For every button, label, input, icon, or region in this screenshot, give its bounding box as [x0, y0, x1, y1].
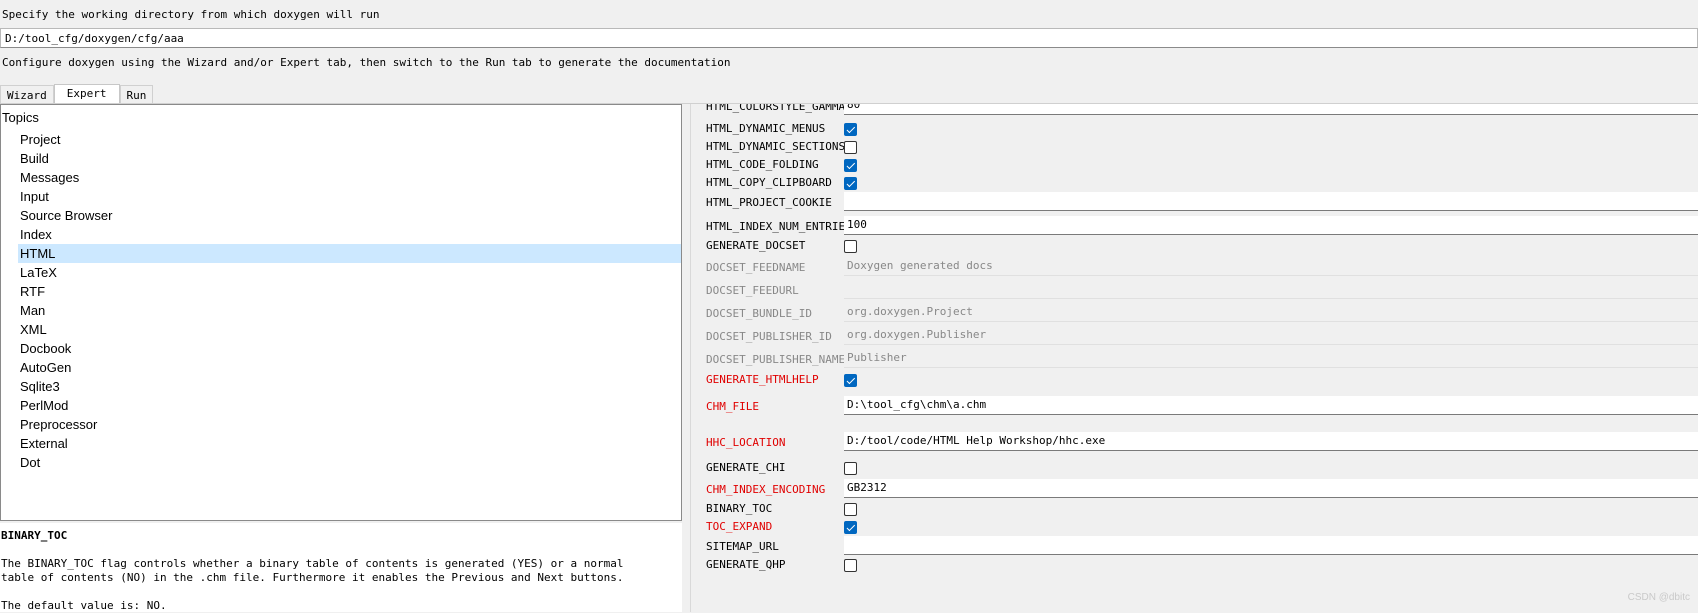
- option-label: HTML_DYNAMIC_SECTIONS: [706, 140, 846, 153]
- html-dynamic-menus-checkbox[interactable]: [844, 123, 857, 136]
- tab-run[interactable]: Run: [119, 85, 154, 104]
- docset-bundle-id-input: org.doxygen.Project: [844, 303, 1698, 322]
- html-colorstyle-gamma-input[interactable]: 80: [844, 104, 1698, 115]
- option-label: TOC_EXPAND: [706, 520, 773, 533]
- working-dir-input[interactable]: D:/tool_cfg/doxygen/cfg/aaa: [0, 28, 1698, 48]
- option-label: DOCSET_PUBLISHER_ID: [706, 330, 832, 343]
- option-label: GENERATE_CHI: [706, 461, 786, 474]
- option-label: GENERATE_QHP: [706, 558, 786, 571]
- topic-man[interactable]: Man: [1, 301, 681, 320]
- option-label: SITEMAP_URL: [706, 540, 779, 553]
- option-label: HTML_PROJECT_COOKIE: [706, 196, 832, 209]
- html-project-cookie-input[interactable]: [844, 192, 1698, 211]
- option-label: HTML_CODE_FOLDING: [706, 158, 819, 171]
- help-panel: BINARY_TOC The BINARY_TOC flag controls …: [0, 523, 682, 612]
- hhc-location-input[interactable]: D:/tool/code/HTML Help Workshop/hhc.exe: [844, 432, 1698, 451]
- tab-expert[interactable]: Expert: [53, 84, 120, 104]
- topic-source-browser[interactable]: Source Browser: [1, 206, 681, 225]
- html-dynamic-sections-checkbox[interactable]: [844, 141, 857, 154]
- binary-toc-checkbox[interactable]: [844, 503, 857, 516]
- help-default-value: The default value is: NO.: [1, 599, 167, 612]
- topic-messages[interactable]: Messages: [1, 168, 681, 187]
- option-label: CHM_INDEX_ENCODING: [706, 483, 826, 496]
- topic-xml[interactable]: XML: [1, 320, 681, 339]
- topic-perlmod[interactable]: PerlMod: [1, 396, 681, 415]
- topic-project[interactable]: Project: [1, 130, 681, 149]
- tab-bar: Wizard Expert Run: [0, 84, 154, 104]
- chm-file-input[interactable]: D:\tool_cfg\chm\a.chm: [844, 396, 1698, 415]
- option-label: DOCSET_FEEDNAME: [706, 261, 806, 274]
- topic-rtf[interactable]: RTF: [1, 282, 681, 301]
- option-label: HTML_COPY_CLIPBOARD: [706, 176, 832, 189]
- sitemap-url-input[interactable]: [844, 536, 1698, 555]
- html-copy-clipboard-checkbox[interactable]: [844, 177, 857, 190]
- topics-list: Project Build Messages Input Source Browser I…: [1, 130, 681, 472]
- docset-feedname-input: Doxygen generated docs: [844, 257, 1698, 276]
- working-dir-label: Specify the working directory from which…: [2, 8, 380, 21]
- option-label: DOCSET_FEEDURL: [706, 284, 799, 297]
- option-label: GENERATE_DOCSET: [706, 239, 806, 252]
- watermark: CSDN @dbitc: [1627, 592, 1690, 603]
- topics-title: Topics: [2, 110, 39, 125]
- docset-feedurl-input: [844, 280, 1698, 299]
- option-label: HTML_DYNAMIC_MENUS: [706, 122, 826, 135]
- option-label: DOCSET_BUNDLE_ID: [706, 307, 812, 320]
- generate-docset-checkbox[interactable]: [844, 240, 857, 253]
- html-index-num-entries-input[interactable]: 100: [844, 216, 1698, 235]
- toc-expand-checkbox[interactable]: [844, 521, 857, 534]
- topic-preprocessor[interactable]: Preprocessor: [1, 415, 681, 434]
- help-body: The BINARY_TOC flag controls whether a b…: [1, 557, 624, 584]
- option-label: HTML_INDEX_NUM_ENTRIES: [706, 220, 852, 233]
- topic-latex[interactable]: LaTeX: [1, 263, 681, 282]
- topic-build[interactable]: Build: [1, 149, 681, 168]
- docset-publisher-id-input: org.doxygen.Publisher: [844, 326, 1698, 345]
- generate-qhp-checkbox[interactable]: [844, 559, 857, 572]
- generate-chi-checkbox[interactable]: [844, 462, 857, 475]
- html-code-folding-checkbox[interactable]: [844, 159, 857, 172]
- option-label: BINARY_TOC: [706, 502, 773, 515]
- help-title: BINARY_TOC: [1, 529, 68, 542]
- option-label: DOCSET_PUBLISHER_NAME: [706, 353, 846, 366]
- topic-dot[interactable]: Dot: [1, 453, 681, 472]
- topic-docbook[interactable]: Docbook: [1, 339, 681, 358]
- options-panel: HTML_COLORSTYLE_GAMMA 80 HTML_DYNAMIC_MENU…: [696, 104, 1698, 612]
- topic-index[interactable]: Index: [1, 225, 681, 244]
- option-label: CHM_FILE: [706, 400, 759, 413]
- option-label: HHC_LOCATION: [706, 436, 786, 449]
- option-label: GENERATE_HTMLHELP: [706, 373, 819, 386]
- tab-wizard[interactable]: Wizard: [0, 85, 54, 104]
- option-label: HTML_COLORSTYLE_GAMMA: [706, 104, 846, 113]
- docset-publisher-name-input: Publisher: [844, 349, 1698, 368]
- topic-autogen[interactable]: AutoGen: [1, 358, 681, 377]
- topic-sqlite3[interactable]: Sqlite3: [1, 377, 681, 396]
- topic-external[interactable]: External: [1, 434, 681, 453]
- topics-panel: Topics Project Build Messages Input Source B…: [0, 104, 682, 521]
- topic-html[interactable]: HTML: [18, 244, 681, 263]
- pane-splitter[interactable]: [690, 104, 691, 612]
- generate-htmlhelp-checkbox[interactable]: [844, 374, 857, 387]
- topic-input[interactable]: Input: [1, 187, 681, 206]
- configure-hint: Configure doxygen using the Wizard and/o…: [2, 56, 731, 69]
- chm-index-encoding-input[interactable]: GB2312: [844, 479, 1698, 498]
